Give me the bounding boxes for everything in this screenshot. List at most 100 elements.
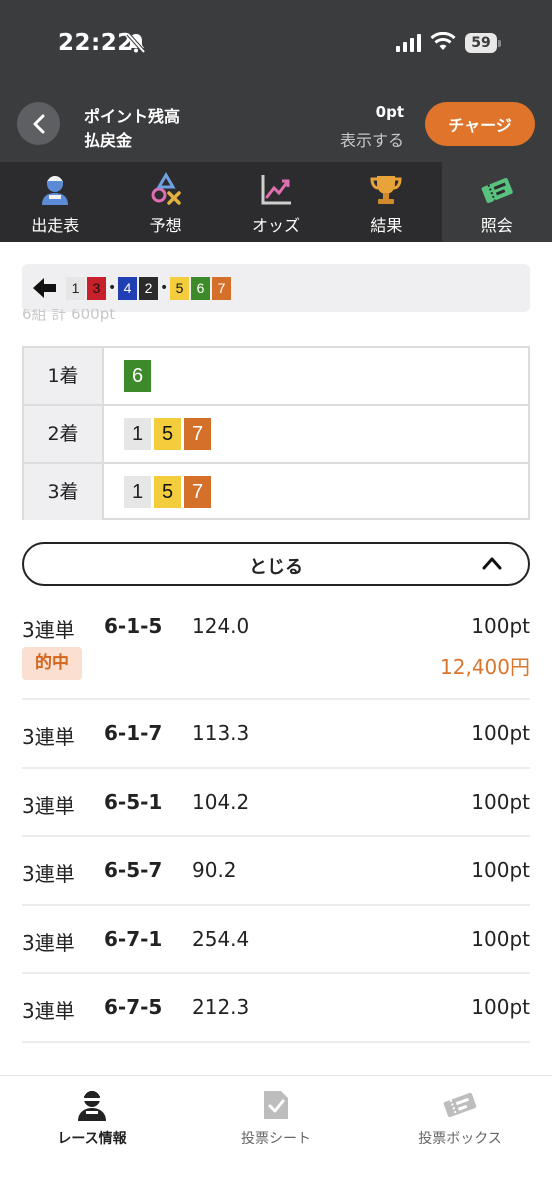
show-payout-link[interactable]: 表示する xyxy=(340,127,404,151)
ticket-box-icon xyxy=(443,1092,477,1118)
bet-type: 3連単 xyxy=(22,999,75,1023)
bet-row: 3連単 6-5-1 104.2 100pt xyxy=(22,768,530,837)
status-time: 22:22 xyxy=(58,30,134,56)
wifi-icon xyxy=(430,31,456,56)
tab-prediction[interactable]: 予想 xyxy=(110,162,220,242)
total-summary-text: 6組 計 600pt xyxy=(22,309,116,323)
result-table: 1着 6 2着 1 5 7 3着 1 5 7 xyxy=(22,346,530,520)
tab-results[interactable]: 結果 xyxy=(331,162,441,242)
charge-button[interactable]: チャージ xyxy=(425,102,535,146)
bet-odds: 90.2 xyxy=(192,858,237,882)
racer-icon xyxy=(78,1091,106,1121)
boat-chip: 3 xyxy=(87,277,106,300)
nav-race-info[interactable]: レース情報 xyxy=(0,1076,184,1166)
bet-row: 3連単 6-5-7 90.2 100pt xyxy=(22,836,530,906)
point-balance-value: 0pt xyxy=(375,103,404,121)
tab-race-card[interactable]: 出走表 xyxy=(0,162,110,242)
battery-level: 59 xyxy=(465,33,497,53)
bet-row: 3連単 6-1-7 113.3 100pt xyxy=(22,699,530,769)
chevron-left-icon xyxy=(33,114,44,133)
close-button[interactable]: とじる xyxy=(22,542,530,586)
tab-bar: 出走表 予想 オッズ 結果 照会 xyxy=(0,162,552,242)
prediction-icon xyxy=(151,172,181,205)
bet-combination: 6-1-7 xyxy=(104,721,163,745)
nav-label: 投票シート xyxy=(241,1131,311,1147)
place-label: 2着 xyxy=(24,406,104,462)
arrow-left-icon xyxy=(33,278,56,298)
tab-label: 照会 xyxy=(480,216,513,235)
bet-type: 3連単 xyxy=(22,725,75,749)
bet-odds: 113.3 xyxy=(192,721,250,745)
result-row: 2着 1 5 7 xyxy=(24,406,528,464)
bet-row: 3連単 6-1-5 124.0 100pt 的中 12,400円 xyxy=(22,600,530,700)
bet-row: 3連単 6-7-1 254.4 100pt xyxy=(22,905,530,974)
hit-badge: 的中 xyxy=(22,647,82,680)
battery-icon: 59 xyxy=(465,33,501,55)
bet-combination: 6-5-7 xyxy=(104,858,163,882)
boat-chip: 7 xyxy=(184,418,211,450)
bet-type: 3連単 xyxy=(22,618,75,642)
nav-label: レース情報 xyxy=(57,1131,127,1147)
back-button[interactable] xyxy=(17,102,60,145)
tab-odds[interactable]: オッズ xyxy=(221,162,331,242)
bet-odds: 104.2 xyxy=(192,790,250,814)
boat-chip: 6 xyxy=(191,277,210,300)
nav-vote-sheet[interactable]: 投票シート xyxy=(184,1076,368,1166)
bet-odds: 212.3 xyxy=(192,995,250,1019)
separator-dot: • xyxy=(160,280,169,296)
top-header: 22:22 59 ポイント残高 払戻金 0pt 表示する チャージ 出走表 予想 xyxy=(0,0,552,242)
tab-inquiry[interactable]: 照会 xyxy=(441,162,552,242)
close-label: とじる xyxy=(249,557,303,578)
racer-icon xyxy=(42,176,69,205)
payout-label: 払戻金 xyxy=(84,131,133,150)
bet-amount: 100pt xyxy=(471,927,530,951)
bet-odds: 254.4 xyxy=(192,927,250,951)
vote-sheet-icon xyxy=(264,1091,288,1119)
tab-label: 結果 xyxy=(370,216,403,235)
boat-chip: 5 xyxy=(154,476,181,508)
boat-chip: 4 xyxy=(118,277,137,300)
bet-type: 3連単 xyxy=(22,794,75,818)
boat-chip: 1 xyxy=(124,476,151,508)
odds-chart-icon xyxy=(261,175,291,205)
payout-amount: 12,400円 xyxy=(440,655,530,679)
boat-chip: 5 xyxy=(170,277,189,300)
boat-chip: 1 xyxy=(66,277,85,300)
combination-bar[interactable]: 1 3 • 4 2 • 5 6 7 xyxy=(22,264,530,312)
tab-label: オッズ xyxy=(251,216,300,235)
result-row: 3着 1 5 7 xyxy=(24,464,528,520)
bet-combination: 6-7-5 xyxy=(104,995,163,1019)
point-balance-label: ポイント残高 xyxy=(84,107,181,126)
bet-combination: 6-5-1 xyxy=(104,790,163,814)
place-label: 3着 xyxy=(24,464,104,520)
boat-chip: 2 xyxy=(139,277,158,300)
cellular-signal-icon xyxy=(396,34,422,56)
tab-label: 出走表 xyxy=(31,216,80,235)
bet-amount: 100pt xyxy=(471,995,530,1019)
tab-label: 予想 xyxy=(149,216,182,235)
bet-amount: 100pt xyxy=(471,858,530,882)
bet-type: 3連単 xyxy=(22,931,75,955)
boat-chip: 6 xyxy=(124,360,151,392)
bet-amount: 100pt xyxy=(471,614,530,638)
nav-vote-box[interactable]: 投票ボックス xyxy=(368,1076,552,1166)
bet-combination: 6-1-5 xyxy=(104,614,163,638)
bottom-navigation: レース情報 投票シート 投票ボックス xyxy=(0,1075,552,1201)
bet-amount: 100pt xyxy=(471,721,530,745)
boat-chip: 7 xyxy=(184,476,211,508)
boat-chip: 5 xyxy=(154,418,181,450)
bell-muted-icon xyxy=(126,32,146,58)
bet-type: 3連単 xyxy=(22,862,75,886)
separator-dot: • xyxy=(108,280,117,296)
boat-chip: 7 xyxy=(212,277,231,300)
place-label: 1着 xyxy=(24,348,104,404)
bet-row: 3連単 6-7-5 212.3 100pt xyxy=(22,973,530,1043)
ticket-icon xyxy=(481,177,513,203)
boat-chip: 1 xyxy=(124,418,151,450)
bet-combination: 6-7-1 xyxy=(104,927,163,951)
chevron-up-icon xyxy=(482,557,502,570)
result-row: 1着 6 xyxy=(24,348,528,406)
bet-odds: 124.0 xyxy=(192,614,250,638)
nav-label: 投票ボックス xyxy=(418,1131,502,1147)
bet-amount: 100pt xyxy=(471,790,530,814)
